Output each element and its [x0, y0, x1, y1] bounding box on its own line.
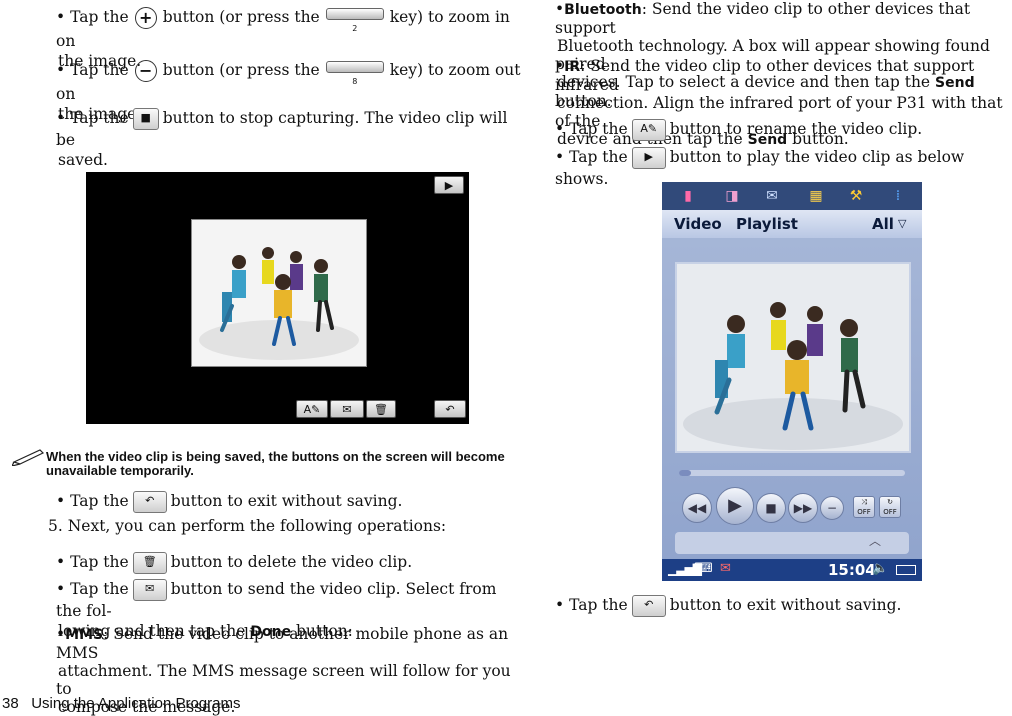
trash-icon: 🗑 — [132, 552, 167, 574]
contacts-icon: ◨ — [725, 188, 739, 204]
apps-grid-icon: ⁞ — [895, 188, 901, 204]
key-8-icon: 8 — [325, 58, 384, 86]
chevron-down-icon: ▽ — [898, 217, 907, 230]
step-5: 5. Next, you can perform the following o… — [48, 517, 447, 535]
player-menubar: Video Playlist All ▽ — [662, 210, 922, 238]
keyboard-icon: ⌨ — [694, 561, 713, 576]
play-icon: ▶ — [716, 487, 754, 525]
envelope-icon: ✉ — [132, 579, 167, 601]
exit-instruction-right: • Tap the ↶ button to exit without saving. — [543, 595, 1012, 617]
exit-instruction: • Tap the ↶ button to exit without saving. — [44, 491, 526, 513]
rewind-icon: ◀◀ — [682, 493, 712, 523]
page-footer: 38 Using the Application Programs — [2, 695, 241, 712]
menu-video: Video — [674, 215, 722, 233]
playlist-strip: ︿ — [675, 532, 909, 554]
rename-instruction: • Tap the A✎ button to rename the video cl… — [543, 119, 1012, 141]
menu-playlist: Playlist — [736, 215, 798, 233]
trash-icon: 🗑 — [366, 400, 396, 418]
note: When the video clip is being saved, the … — [12, 449, 512, 478]
note-pen-icon — [12, 449, 45, 466]
minimize-icon: − — [820, 496, 844, 520]
chevron-up-icon: ︿ — [868, 534, 881, 548]
repeat-icon: ↻ OFF — [879, 496, 901, 518]
clock: 15:04 — [828, 561, 876, 579]
play-icon: ▶ — [434, 176, 464, 194]
zoom-in-icon: + — [134, 7, 157, 29]
return-icon: ↶ — [132, 491, 167, 513]
message-alert-icon: ✉ — [720, 561, 731, 576]
app-toolbar: ▮ ◨ ✉ ▦ ⚒ ⁞ — [662, 182, 922, 210]
return-icon: ↶ — [631, 595, 666, 617]
return-icon: ↶ — [434, 400, 466, 418]
status-bar: ▁▃▅▇ ⌨ ✉ 15:04 🔈 — [662, 559, 922, 581]
calendar-icon: ▦ — [809, 188, 823, 204]
volume-icon: 🔈 — [872, 561, 889, 576]
stop-icon: ■ — [756, 493, 786, 523]
delete-instruction: • Tap the 🗑 button to delete the video cli… — [44, 552, 526, 574]
tools-icon: ⚒ — [849, 188, 863, 204]
shuffle-icon: ⤨ OFF — [853, 496, 875, 518]
video-player-screen-image: ▮ ◨ ✉ ▦ ⚒ ⁞ Video Playlist All ▽ ◀◀ ▶ ■ … — [662, 182, 922, 581]
video-frame — [191, 219, 367, 367]
capture-screen-image: ▶ A✎ ✉ 🗑 ↶ — [86, 172, 469, 424]
phone-icon: ▮ — [684, 188, 692, 204]
message-icon: ✉ — [766, 188, 778, 204]
fast-forward-icon: ▶▶ — [788, 493, 818, 523]
battery-icon — [896, 565, 916, 575]
zoom-out-icon: − — [134, 60, 157, 82]
stop-icon: ■ — [132, 108, 159, 130]
stop-instruction: • Tap the ■ button to stop capturing. The … — [56, 108, 508, 169]
rename-pen-icon: A✎ — [631, 119, 666, 141]
menu-all: All — [872, 215, 894, 233]
key-2-icon: 2 — [325, 5, 384, 33]
video-frame — [675, 262, 911, 453]
rename-pen-icon: A✎ — [296, 400, 328, 418]
play-icon: ▶ — [631, 147, 666, 169]
envelope-icon: ✉ — [330, 400, 364, 418]
seek-bar — [679, 470, 905, 476]
